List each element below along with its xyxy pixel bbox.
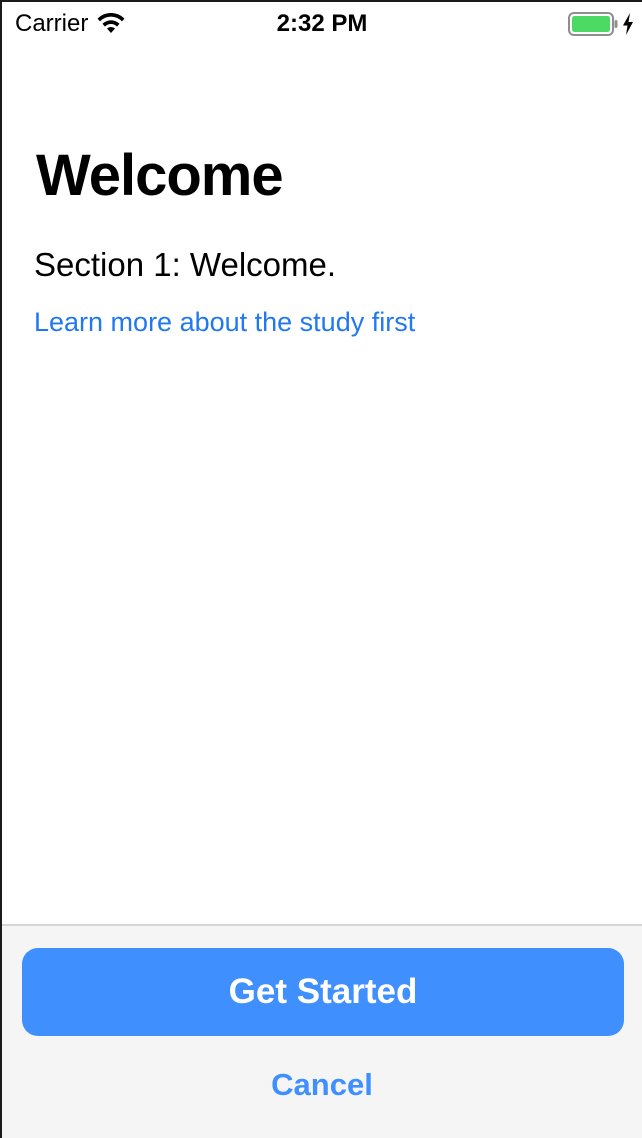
battery-indicator — [568, 12, 634, 36]
section-description: Section 1: Welcome. — [34, 246, 337, 283]
app-screen: Carrier 2:32 PM Welcome Section 1: Welco… — [0, 0, 642, 1138]
learn-more-link[interactable]: Learn more about the study first — [34, 307, 415, 338]
page-title: Welcome — [36, 143, 284, 208]
cancel-button[interactable]: Cancel — [2, 1066, 642, 1104]
status-time: 2:32 PM — [276, 10, 368, 37]
status-bar: Carrier 2:32 PM — [2, 2, 642, 46]
get-started-button[interactable]: Get Started — [22, 948, 624, 1036]
footer-actions: Get Started Cancel — [2, 924, 642, 1138]
battery-icon — [568, 12, 618, 36]
charging-bolt-icon — [623, 13, 633, 35]
